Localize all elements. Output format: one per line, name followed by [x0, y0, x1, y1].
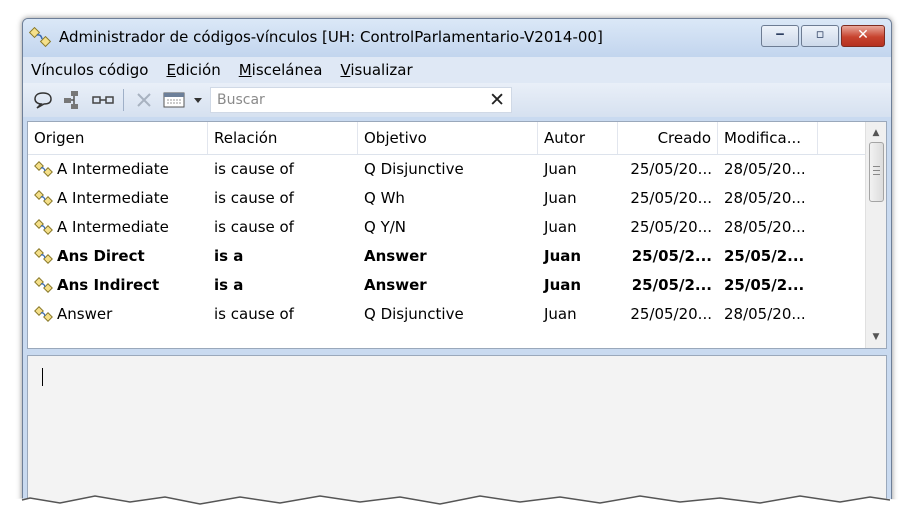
torn-edge-decoration	[0, 495, 901, 530]
